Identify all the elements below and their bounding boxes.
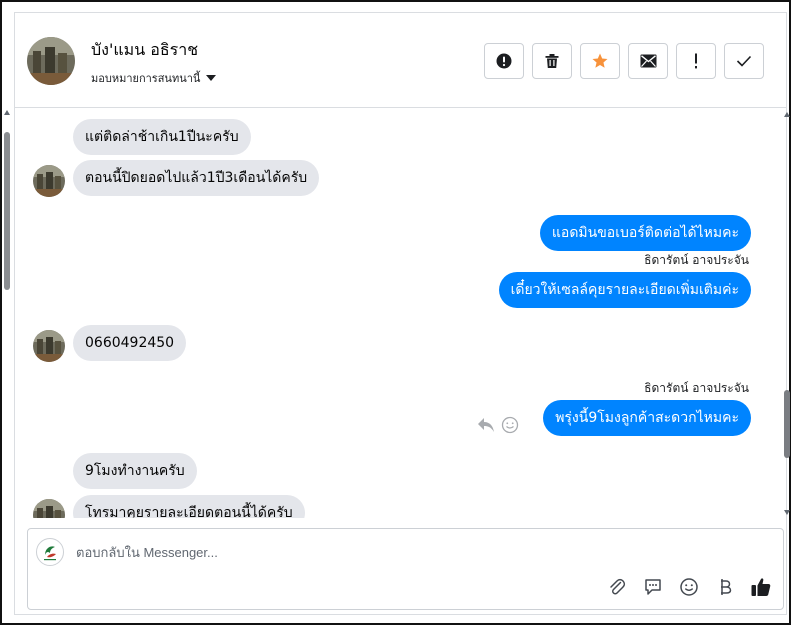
assign-label: มอบหมายการสนทนานี้ <box>91 72 201 85</box>
mark-unread-button[interactable] <box>628 43 668 79</box>
incoming-message[interactable]: 0660492450 <box>73 325 187 361</box>
contact-name[interactable]: บัง'แมน อธิราช <box>91 38 198 63</box>
contact-avatar-small <box>33 499 65 518</box>
mark-done-button[interactable] <box>724 43 764 79</box>
star-button[interactable] <box>580 43 620 79</box>
left-scrollbar[interactable] <box>2 110 11 600</box>
sender-name: ธิดารัตน์ อาจประจัน <box>644 381 749 395</box>
exclamation-icon <box>695 53 697 69</box>
check-icon <box>736 55 752 67</box>
alert-circle-icon <box>496 53 512 69</box>
scroll-up-arrow-icon[interactable] <box>784 112 790 117</box>
incoming-message[interactable]: โทรมาคุยรายละเอียดตอนนี้ได้ครับ <box>73 495 305 518</box>
baht-icon <box>721 579 732 595</box>
reply-icon[interactable] <box>477 417 495 433</box>
message-list[interactable]: แต่ติดล่าช้าเกิน1ปีนะครับ ตอนนี้ปิดยอดไป… <box>15 108 781 518</box>
page-logo-icon <box>38 540 62 564</box>
caret-down-icon <box>206 75 217 81</box>
incoming-message[interactable]: แต่ติดล่าช้าเกิน1ปีนะครับ <box>73 119 251 155</box>
smiley-icon[interactable] <box>501 416 519 434</box>
paperclip-icon <box>610 578 626 595</box>
conversation-header: บัง'แมน อธิราช มอบหมายการสนทนานี้ <box>15 13 786 108</box>
mark-important-button[interactable] <box>676 43 716 79</box>
message-actions <box>477 416 519 434</box>
outgoing-message[interactable]: พรุ่งนี้9โมงลูกค้าสะดวกไหมคะ <box>543 400 751 436</box>
envelope-icon <box>640 54 656 68</box>
contact-avatar-small <box>33 330 65 362</box>
scrollbar-thumb[interactable] <box>784 390 790 458</box>
thumbs-up-icon <box>751 578 771 596</box>
sender-name: ธิดารัตน์ อาจประจัน <box>644 253 749 267</box>
assign-conversation-dropdown[interactable]: มอบหมายการสนทนานี้ <box>91 69 217 87</box>
contact-avatar[interactable] <box>27 37 75 85</box>
emoji-button[interactable] <box>677 575 701 599</box>
saved-replies-button[interactable] <box>641 575 665 599</box>
delete-button[interactable] <box>532 43 572 79</box>
payment-button[interactable] <box>713 575 737 599</box>
outgoing-message[interactable]: แอดมินขอเบอร์ติดต่อได้ไหมคะ <box>539 215 751 251</box>
attach-button[interactable] <box>605 575 629 599</box>
header-actions <box>484 43 764 79</box>
scrollbar-thumb[interactable] <box>4 132 10 290</box>
message-scrollbar[interactable] <box>781 112 791 522</box>
scroll-down-arrow-icon[interactable] <box>784 510 790 515</box>
composer-tools <box>605 575 773 599</box>
trash-icon <box>545 54 559 68</box>
incoming-message[interactable]: 9โมงทำงานครับ <box>73 453 197 489</box>
contact-avatar-small <box>33 165 65 197</box>
incoming-message[interactable]: ตอนนี้ปิดยอดไปแล้ว1ปี3เดือนได้ครับ <box>73 160 320 196</box>
page-avatar <box>36 538 64 566</box>
star-icon <box>592 53 608 68</box>
scroll-up-arrow-icon[interactable] <box>4 110 10 115</box>
window-frame: บัง'แมน อธิราช มอบหมายการสนทนานี้ แต่ติด… <box>0 0 791 625</box>
smiley-icon <box>680 578 698 596</box>
spam-button[interactable] <box>484 43 524 79</box>
chat-bubble-icon <box>645 579 661 595</box>
reply-input[interactable] <box>76 541 636 563</box>
like-button[interactable] <box>749 575 773 599</box>
outgoing-message[interactable]: เดี๋ยวให้เซลล์คุยรายละเอียดเพิ่มเติมค่ะ <box>498 272 751 308</box>
message-composer <box>27 528 784 610</box>
